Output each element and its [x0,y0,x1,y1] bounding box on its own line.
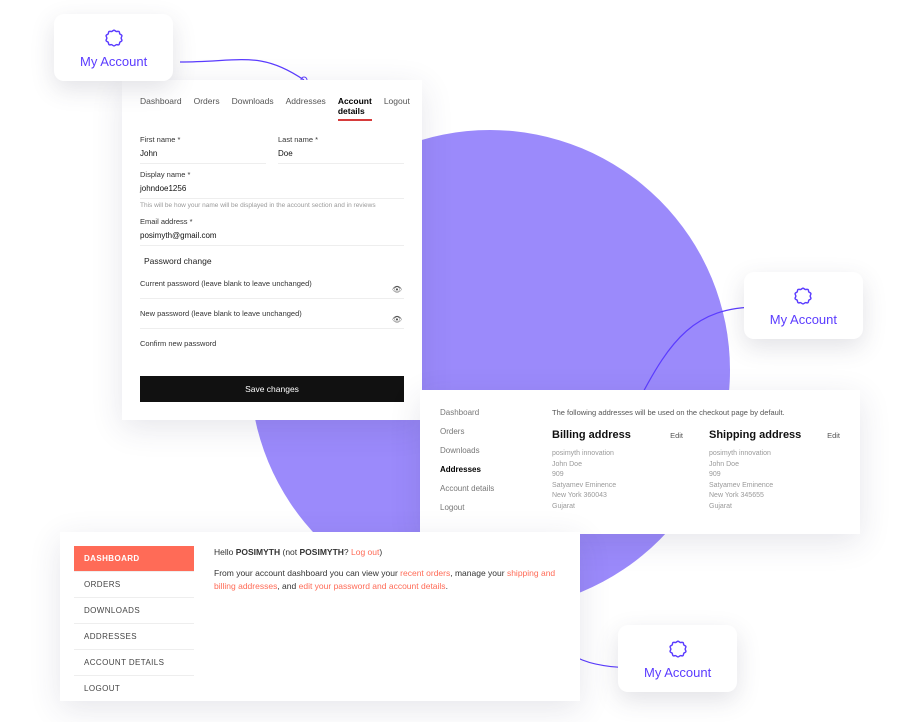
callout-label: My Account [644,665,711,680]
dashboard-panel: DASHBOARD ORDERS DOWNLOADS ADDRESSES ACC… [60,532,580,701]
first-name-input[interactable]: John [140,147,266,164]
tab-addresses[interactable]: Addresses [286,96,326,121]
sidebar-item-downloads[interactable]: Downloads [440,446,530,455]
sidebar-item-orders[interactable]: Orders [440,427,530,436]
save-changes-button[interactable]: Save changes [140,376,404,402]
callout-label: My Account [770,312,837,327]
callout-label: My Account [80,54,147,69]
sidebar-item-account-details[interactable]: Account details [440,484,530,493]
sidebar-item-dashboard[interactable]: DASHBOARD [74,546,194,572]
sidebar-item-logout[interactable]: LOGOUT [74,676,194,701]
new-password-input[interactable]: New password (leave blank to leave uncha… [140,305,404,329]
display-name-input[interactable]: johndoe1256 [140,182,404,199]
eye-icon[interactable]: 👁 [392,315,402,324]
billing-address-title: Billing address [552,429,683,441]
logout-link[interactable]: Log out [351,547,379,557]
display-name-help: This will be how your name will be displ… [140,202,404,209]
sidebar-item-dashboard[interactable]: Dashboard [440,408,530,417]
recent-orders-link[interactable]: recent orders [400,568,450,578]
addresses-sidebar: Dashboard Orders Downloads Addresses Acc… [440,408,530,512]
sidebar-item-addresses[interactable]: Addresses [440,465,530,474]
my-account-callout: My Account [744,272,863,339]
addresses-panel: Dashboard Orders Downloads Addresses Acc… [420,390,860,534]
sidebar-item-addresses[interactable]: ADDRESSES [74,624,194,650]
edit-account-link[interactable]: edit your password and account details [299,581,446,591]
account-tabs: Dashboard Orders Downloads Addresses Acc… [140,96,404,121]
cog-badge-icon [103,28,125,50]
shipping-address-title: Shipping address [709,429,840,441]
billing-address-lines: posimyth innovation John Doe 909 Satyame… [552,449,683,512]
tab-account-details[interactable]: Account details [338,96,372,121]
shipping-address-block: Edit Shipping address posimyth innovatio… [709,429,840,512]
edit-shipping-link[interactable]: Edit [827,431,840,440]
password-change-title: Password change [138,252,406,269]
tab-orders[interactable]: Orders [194,96,220,121]
dashboard-sidebar: DASHBOARD ORDERS DOWNLOADS ADDRESSES ACC… [74,546,194,701]
shipping-address-lines: posimyth innovation John Doe 909 Satyame… [709,449,840,512]
eye-icon[interactable]: 👁 [392,285,402,294]
my-account-callout: My Account [54,14,173,81]
last-name-label: Last name * [278,135,404,144]
first-name-label: First name * [140,135,266,144]
sidebar-item-downloads[interactable]: DOWNLOADS [74,598,194,624]
edit-billing-link[interactable]: Edit [670,431,683,440]
tab-dashboard[interactable]: Dashboard [140,96,182,121]
current-password-input[interactable]: Current password (leave blank to leave u… [140,275,404,299]
email-input[interactable]: posimyth@gmail.com [140,229,404,246]
dashboard-body: Hello POSIMYTH (not POSIMYTH? Log out) F… [214,546,562,701]
email-label: Email address * [140,217,404,226]
cog-badge-icon [792,286,814,308]
cog-badge-icon [667,639,689,661]
last-name-input[interactable]: Doe [278,147,404,164]
confirm-password-input[interactable]: Confirm new password [140,335,404,358]
addresses-intro: The following addresses will be used on … [552,408,840,417]
display-name-label: Display name * [140,170,404,179]
sidebar-item-orders[interactable]: ORDERS [74,572,194,598]
tab-logout[interactable]: Logout [384,96,410,121]
my-account-callout: My Account [618,625,737,692]
tab-downloads[interactable]: Downloads [232,96,274,121]
sidebar-item-logout[interactable]: Logout [440,503,530,512]
billing-address-block: Edit Billing address posimyth innovation… [552,429,683,512]
account-details-panel: Dashboard Orders Downloads Addresses Acc… [122,80,422,420]
sidebar-item-account-details[interactable]: ACCOUNT DETAILS [74,650,194,676]
